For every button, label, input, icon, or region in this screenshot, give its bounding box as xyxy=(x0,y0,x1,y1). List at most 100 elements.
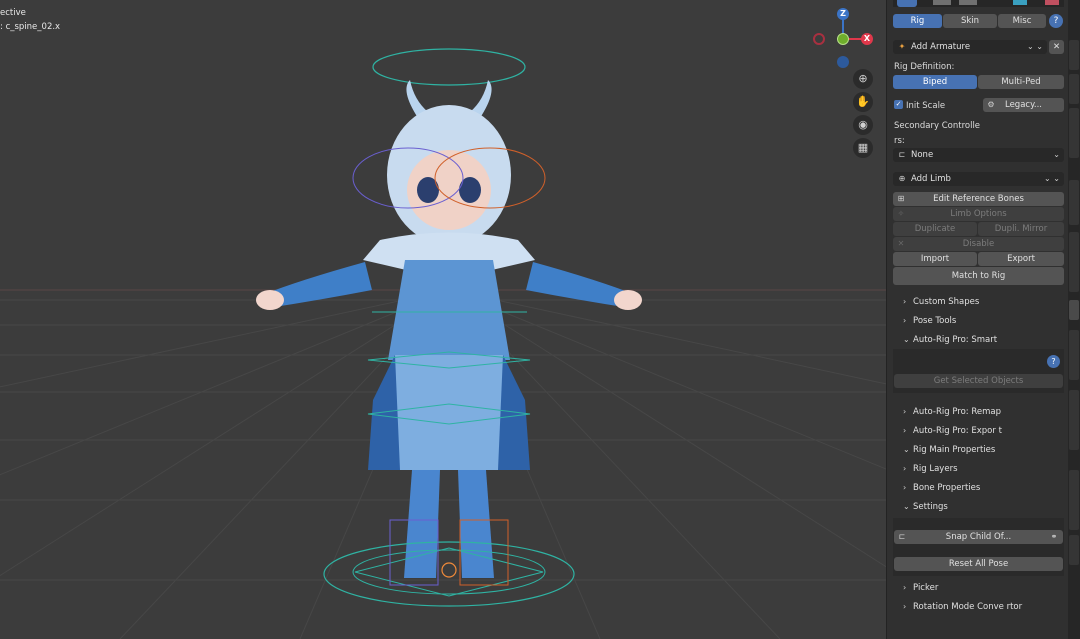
vertical-tab-7[interactable] xyxy=(1069,330,1079,380)
z-axis-icon[interactable]: Z xyxy=(837,8,849,20)
navigation-gizmo[interactable]: Z X xyxy=(812,8,874,70)
init-scale-checkbox[interactable]: ✓ xyxy=(894,100,903,109)
tab-misc[interactable]: Misc xyxy=(998,14,1046,28)
pan-hand-icon[interactable]: ✋ xyxy=(853,92,873,112)
neg-z-axis-icon[interactable] xyxy=(837,56,849,68)
snap-child-of-button[interactable]: ⊏ Snap Child Of... ⚭ xyxy=(894,530,1063,544)
vertical-tab-4[interactable] xyxy=(1069,180,1079,225)
reset-all-pose-button[interactable]: Reset All Pose xyxy=(894,557,1063,571)
panel-rotation-mode-convertor[interactable]: › Rotation Mode Conve rtor xyxy=(893,598,1064,616)
panel-custom-shapes[interactable]: › Custom Shapes xyxy=(893,293,1064,311)
panel-export-label: Auto-Rig Pro: Expor t xyxy=(913,426,1002,436)
panel-picker[interactable]: › Picker xyxy=(893,579,1064,597)
edit-reference-bones-button[interactable]: ⊞ Edit Reference Bones xyxy=(893,192,1064,206)
dupli-mirror-button[interactable]: Dupli. Mirror xyxy=(978,222,1064,236)
chevron-right-icon: › xyxy=(903,426,907,435)
options-icon: ✧ xyxy=(897,209,905,218)
chevron-down-icon: ⌄ xyxy=(903,502,910,511)
x-icon: ✕ xyxy=(897,239,905,248)
add-limb-dropdown[interactable]: ⊕ Add Limb ⌄ ⌄ xyxy=(893,172,1064,186)
export-button[interactable]: Export xyxy=(978,252,1064,266)
secondary-controllers-dropdown[interactable]: ⊏ None ⌄ xyxy=(893,148,1064,162)
duplicate-button[interactable]: Duplicate xyxy=(893,222,977,236)
panel-settings[interactable]: ⌄ Settings xyxy=(893,498,1064,516)
import-button[interactable]: Import xyxy=(893,252,977,266)
panel-pose-tools-label: Pose Tools xyxy=(913,316,957,326)
active-tool-icon[interactable] xyxy=(897,0,917,7)
smart-panel-body: ? Get Selected Objects xyxy=(893,349,1064,393)
x-axis-icon[interactable]: X xyxy=(861,33,873,45)
match-to-rig-button[interactable]: Match to Rig xyxy=(893,267,1064,285)
camera-icon[interactable]: ◉ xyxy=(853,115,873,135)
vertical-tab-2[interactable] xyxy=(1069,74,1079,104)
bones-icon: ⊞ xyxy=(897,194,905,203)
sidebar-vertical-tabs xyxy=(1068,0,1080,639)
disable-label: Disable xyxy=(962,239,995,249)
vertical-tab-3[interactable] xyxy=(1069,108,1079,158)
chevron-right-icon: › xyxy=(903,464,907,473)
panel-rig-main-properties[interactable]: ⌄ Rig Main Properties xyxy=(893,441,1064,459)
y-axis-icon[interactable] xyxy=(837,33,849,45)
3d-viewport[interactable]: ective : c_spine_02.x Z X ⊕ ✋ ◉ ▦ xyxy=(0,0,886,639)
panel-custom-shapes-label: Custom Shapes xyxy=(913,297,980,307)
chevron-right-icon: › xyxy=(903,602,907,611)
add-limb-label: Add Limb xyxy=(911,174,951,184)
constraint-icon: ⚭ xyxy=(1050,532,1058,541)
panel-bone-properties-label: Bone Properties xyxy=(913,483,981,493)
grid-view-icon[interactable]: ▦ xyxy=(853,138,873,158)
chevron-down-icon: ⌄ ⌄ xyxy=(1027,42,1043,51)
character-model[interactable] xyxy=(256,48,642,607)
panel-settings-label: Settings xyxy=(913,502,948,512)
chevron-down-icon: ⌄ xyxy=(1053,150,1060,159)
panel-picker-label: Picker xyxy=(913,583,939,593)
init-scale-label: Init Scale xyxy=(906,101,946,111)
chevron-right-icon: › xyxy=(903,316,907,325)
chevron-right-icon: › xyxy=(903,407,907,416)
get-selected-objects-button[interactable]: Get Selected Objects xyxy=(894,374,1063,388)
tool-icon-3[interactable] xyxy=(959,0,977,5)
panel-smart-label: Auto-Rig Pro: Smart xyxy=(913,335,998,345)
neg-x-axis-icon[interactable] xyxy=(813,33,825,45)
vertical-tab-8[interactable] xyxy=(1069,390,1079,450)
tab-rig[interactable]: Rig xyxy=(893,14,942,28)
panel-rig-layers-label: Rig Layers xyxy=(913,464,958,474)
armature-icon: ✦ xyxy=(898,42,906,51)
tool-icon-5[interactable] xyxy=(1045,0,1059,5)
secondary-controllers-label-2: rs: xyxy=(894,136,905,146)
secondary-controllers-label: Secondary Controlle xyxy=(894,121,981,131)
disable-button[interactable]: ✕ Disable xyxy=(893,237,1064,251)
panel-rig-main-label: Rig Main Properties xyxy=(913,445,996,455)
add-armature-label: Add Armature xyxy=(911,42,971,52)
vertical-tab-5[interactable] xyxy=(1069,232,1079,292)
chevron-right-icon: › xyxy=(903,483,907,492)
panel-remap[interactable]: › Auto-Rig Pro: Remap xyxy=(893,403,1064,421)
vertical-tab-9[interactable] xyxy=(1069,470,1079,530)
panel-smart[interactable]: ⌄ Auto-Rig Pro: Smart xyxy=(893,331,1064,349)
close-icon[interactable]: ✕ xyxy=(1049,40,1064,54)
multi-ped-button[interactable]: Multi-Ped xyxy=(978,75,1064,89)
vertical-tab-10[interactable] xyxy=(1069,535,1079,565)
zoom-icon[interactable]: ⊕ xyxy=(853,69,873,89)
active-object-label: : c_spine_02.x xyxy=(0,22,61,32)
wrench-icon: ⚙ xyxy=(987,100,995,109)
tool-icon-2[interactable] xyxy=(933,0,951,5)
limb-options-button[interactable]: ✧ Limb Options xyxy=(893,207,1064,221)
chevron-down-icon: ⌄ xyxy=(903,335,910,344)
panel-export[interactable]: › Auto-Rig Pro: Expor t xyxy=(893,422,1064,440)
add-icon: ⊕ xyxy=(898,174,906,183)
vertical-tab-1[interactable] xyxy=(1069,40,1079,70)
legacy-button[interactable]: ⚙ Legacy... xyxy=(983,98,1064,112)
biped-button[interactable]: Biped xyxy=(893,75,977,89)
tool-icon-4[interactable] xyxy=(1013,0,1027,5)
panel-bone-properties[interactable]: › Bone Properties xyxy=(893,479,1064,497)
help-icon[interactable]: ? xyxy=(1047,355,1060,368)
chevron-right-icon: › xyxy=(903,583,907,592)
add-armature-dropdown[interactable]: ✦ Add Armature ⌄ ⌄ xyxy=(893,40,1047,54)
legacy-label: Legacy... xyxy=(1004,100,1043,110)
auto-rig-pro-sidebar: Rig Skin Misc ? ✦ Add Armature ⌄ ⌄ ✕ Rig… xyxy=(886,0,1068,639)
panel-rig-layers[interactable]: › Rig Layers xyxy=(893,460,1064,478)
vertical-tab-6[interactable] xyxy=(1069,300,1079,320)
panel-pose-tools[interactable]: › Pose Tools xyxy=(893,312,1064,330)
tab-skin[interactable]: Skin xyxy=(943,14,997,28)
help-icon[interactable]: ? xyxy=(1049,14,1063,28)
